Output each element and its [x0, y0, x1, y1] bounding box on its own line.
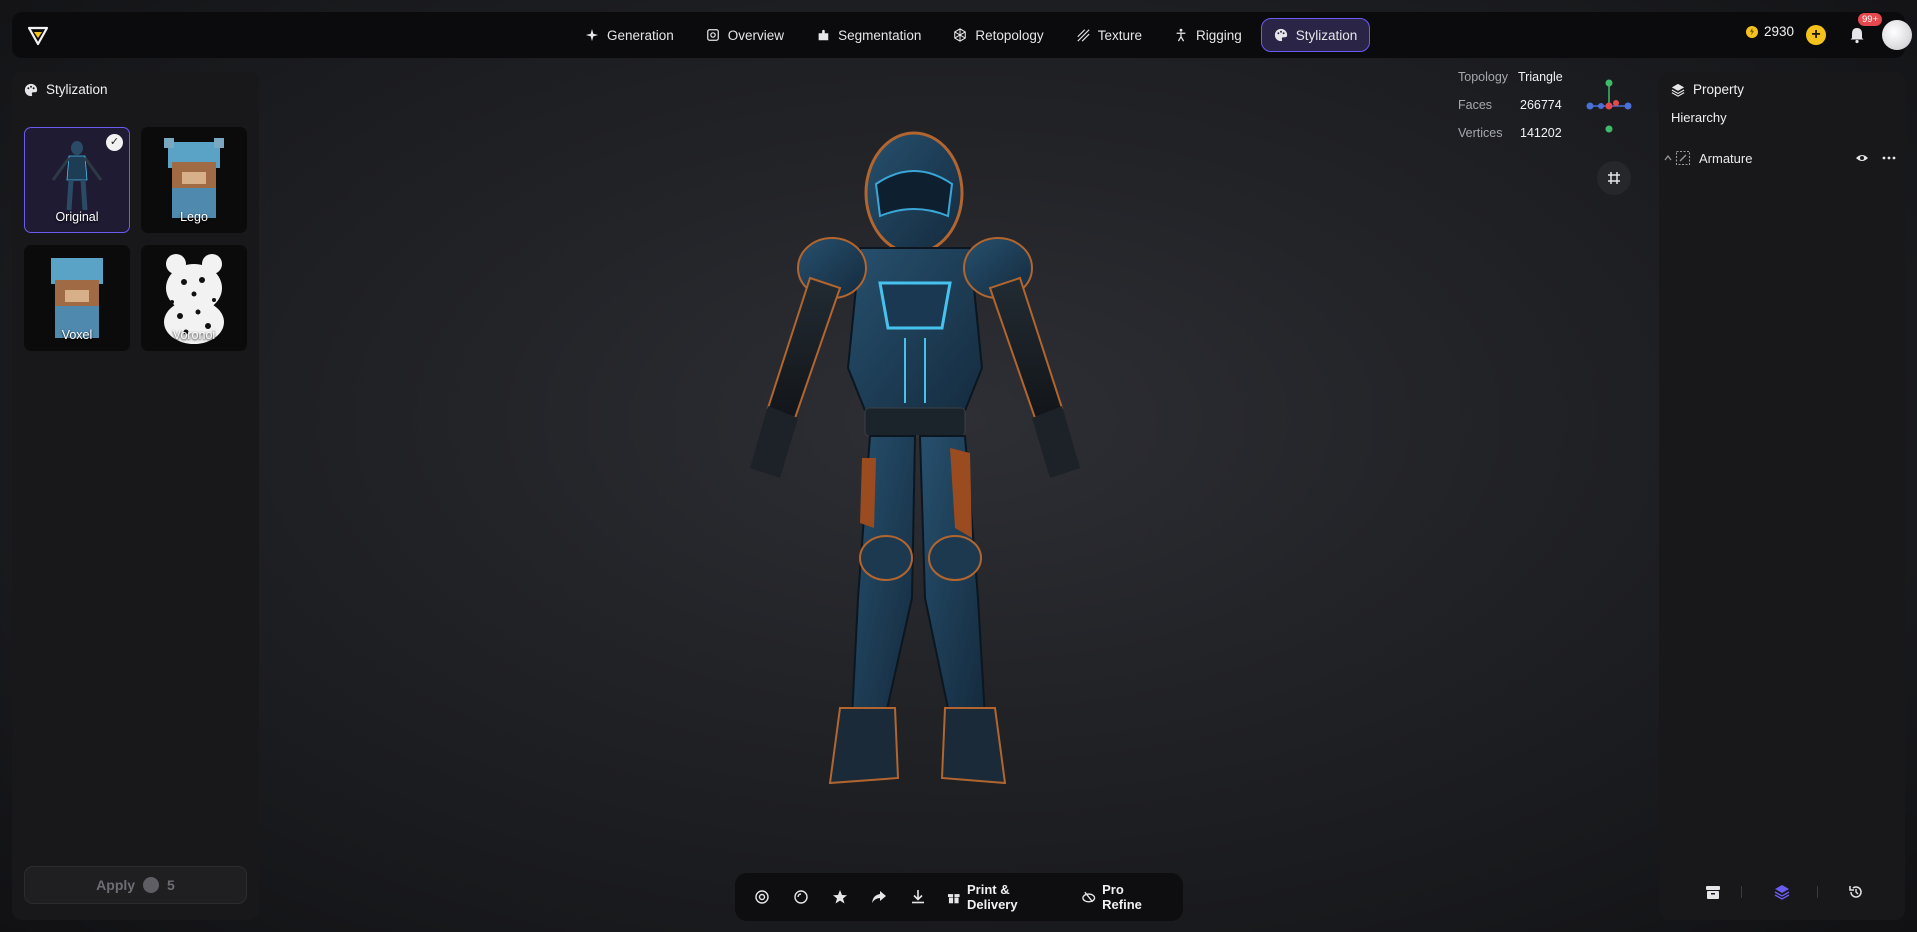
pro-refine-button[interactable]: Pro Refine [1073, 881, 1173, 913]
apply-label: Apply [96, 877, 136, 893]
refine-icon [1081, 891, 1095, 903]
gift-icon [948, 894, 961, 904]
apply-button[interactable]: Apply 5 [24, 866, 247, 904]
stat-value: 141202 [1520, 126, 1562, 140]
nav-tab-rigging[interactable]: Rigging [1161, 18, 1255, 52]
add-credits-button[interactable]: + [1806, 25, 1826, 45]
style-card-label: Voronoi [172, 328, 216, 342]
stat-value: Triangle [1518, 70, 1563, 84]
puzzle-icon [818, 29, 829, 41]
chevron-up-icon[interactable] [1663, 153, 1673, 163]
download-button[interactable] [901, 881, 936, 913]
stat-label: Topology [1458, 70, 1509, 84]
layers-icon [1774, 885, 1790, 900]
pro-refine-label: Pro Refine [1102, 882, 1142, 912]
download-icon [912, 890, 924, 904]
panel-title-text: Stylization [46, 82, 108, 97]
panel-title: Stylization [24, 82, 108, 97]
nav-tab-texture[interactable]: Texture [1063, 18, 1155, 52]
nav-tab-retopology[interactable]: Retopology [940, 18, 1056, 52]
history-icon [1849, 886, 1862, 898]
share-button[interactable] [862, 881, 897, 913]
style-card-original[interactable]: ✓ Original [24, 127, 130, 233]
apply-cost: 5 [167, 877, 175, 893]
credits-value: 2930 [1764, 24, 1795, 39]
palette-icon [1274, 28, 1287, 42]
nav-tab-label: Texture [1097, 27, 1142, 43]
coin-icon [1746, 25, 1758, 38]
panel-title: Property [1671, 82, 1744, 97]
style-card-label: Lego [180, 210, 208, 224]
texture-icon [1077, 29, 1090, 42]
style-card-voxel[interactable]: Voxel [24, 245, 130, 351]
figure-icon [1176, 28, 1186, 42]
star-icon [833, 890, 848, 904]
layers-icon [1671, 83, 1685, 97]
stat-value: 266774 [1520, 98, 1562, 112]
archive-icon [1706, 886, 1720, 899]
selected-check-icon: ✓ [106, 134, 123, 151]
nav-tab-label: Stylization [1295, 27, 1358, 43]
nav-tab-generation[interactable]: Generation [572, 18, 687, 52]
sparkle-icon [585, 28, 599, 42]
circle-icon [794, 890, 809, 904]
nav-tab-label: Segmentation [838, 27, 922, 43]
style-card-label: Voxel [61, 328, 93, 342]
credits-counter[interactable]: 2930 [1746, 24, 1794, 39]
panel-title-text: Property [1693, 82, 1745, 97]
bell-icon[interactable] [1848, 26, 1866, 44]
property-panel: Property Hierarchy Armature [1659, 72, 1905, 920]
3d-model-viewport[interactable] [680, 118, 1180, 828]
grid-icon [1608, 172, 1620, 184]
panel-bottom-bar [1659, 866, 1905, 920]
more-options-icon[interactable] [1881, 151, 1897, 165]
print-delivery-label: Print & Delivery [967, 882, 1018, 912]
coin-icon [143, 877, 160, 893]
tree-item-label: Armature [1699, 150, 1753, 166]
grid-toggle-button[interactable] [1597, 161, 1631, 195]
lighting-button[interactable] [784, 881, 819, 913]
app-logo-icon[interactable] [26, 23, 50, 47]
axis-gizmo-icon[interactable] [1583, 78, 1635, 134]
top-bar: Generation Overview Segmentation Retopol… [12, 12, 1912, 58]
style-card-lego[interactable]: Lego [141, 127, 247, 233]
notification-badge: 99+ [1858, 13, 1883, 26]
tree-item-armature[interactable]: Armature [1663, 146, 1901, 170]
stylization-panel: Stylization ✓ Original Lego Voxel Vorono… [12, 72, 259, 920]
nav-tab-label: Rigging [1195, 27, 1242, 43]
nav-tab-label: Overview [727, 27, 785, 43]
divider [1741, 886, 1742, 898]
archive-button[interactable] [1703, 882, 1723, 902]
nav-tab-label: Generation [607, 27, 674, 43]
viewport-toolbar: Print & Delivery Pro Refine [735, 873, 1183, 921]
nav-tab-stylization[interactable]: Stylization [1260, 18, 1371, 52]
history-button[interactable] [1846, 882, 1866, 902]
style-card-label: Original [55, 210, 99, 224]
focus-icon [706, 29, 719, 41]
divider [1817, 886, 1818, 898]
style-card-voronoi[interactable]: Voronoi [141, 245, 247, 351]
nav-tab-label: Retopology [975, 27, 1044, 43]
sphere-icon [755, 890, 770, 904]
mesh-icon [954, 28, 967, 42]
hierarchy-label: Hierarchy [1671, 110, 1727, 125]
print-delivery-button[interactable]: Print & Delivery [939, 881, 1068, 913]
palette-icon [24, 83, 38, 96]
stat-label: Faces [1458, 98, 1493, 112]
main-nav: Generation Overview Segmentation Retopol… [572, 18, 1371, 52]
layers-button[interactable] [1772, 882, 1792, 902]
material-button[interactable] [745, 881, 780, 913]
eye-icon[interactable] [1855, 151, 1869, 165]
share-icon [872, 891, 887, 903]
avatar[interactable] [1882, 20, 1912, 50]
nav-tab-segmentation[interactable]: Segmentation [803, 18, 934, 52]
armature-icon [1675, 150, 1691, 166]
favorite-button[interactable] [823, 881, 858, 913]
nav-tab-overview[interactable]: Overview [693, 18, 797, 52]
stat-label: Vertices [1458, 126, 1503, 140]
